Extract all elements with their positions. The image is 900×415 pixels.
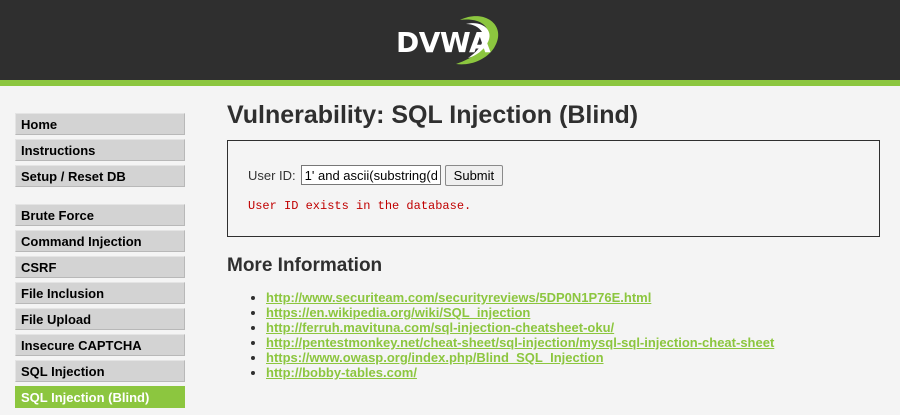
user-id-form: User ID: Submit bbox=[248, 164, 504, 186]
sidebar-item-file-upload[interactable]: File Upload bbox=[15, 308, 185, 330]
sidebar-item-csrf[interactable]: CSRF bbox=[15, 256, 185, 278]
user-id-label: User ID: bbox=[248, 167, 296, 183]
sidebar-item-sql-injection-blind[interactable]: SQL Injection (Blind) bbox=[15, 386, 185, 408]
user-id-input[interactable] bbox=[300, 165, 441, 185]
link-wikipedia-sql-injection[interactable]: https://en.wikipedia.org/wiki/SQL_inject… bbox=[266, 305, 530, 320]
list-item: http://pentestmonkey.net/cheat-sheet/sql… bbox=[266, 335, 880, 350]
link-owasp-blind-sqli[interactable]: https://www.owasp.org/index.php/Blind_SQ… bbox=[266, 350, 604, 365]
vulnerability-form-box: User ID: Submit User ID exists in the da… bbox=[227, 140, 880, 237]
sidebar-item-command-injection[interactable]: Command Injection bbox=[15, 230, 185, 252]
sidebar-item-insecure-captcha[interactable]: Insecure CAPTCHA bbox=[15, 334, 185, 356]
more-information-heading: More Information bbox=[227, 255, 383, 276]
sidebar-item-sql-injection[interactable]: SQL Injection bbox=[15, 360, 185, 382]
result-message: User ID exists in the database. bbox=[248, 199, 472, 213]
link-pentestmonkey-cheatsheet[interactable]: http://pentestmonkey.net/cheat-sheet/sql… bbox=[266, 335, 774, 350]
main-content: Vulnerability: SQL Injection (Blind) Use… bbox=[227, 98, 880, 380]
sidebar-menu: Home Instructions Setup / Reset DB Brute… bbox=[15, 113, 185, 412]
list-item: http://www.securiteam.com/securityreview… bbox=[266, 290, 880, 305]
link-securiteam[interactable]: http://www.securiteam.com/securityreview… bbox=[266, 290, 651, 305]
sidebar-item-home[interactable]: Home bbox=[15, 113, 185, 135]
list-item: http://ferruh.mavituna.com/sql-injection… bbox=[266, 320, 880, 335]
sidebar-item-instructions[interactable]: Instructions bbox=[15, 139, 185, 161]
sidebar-item-file-inclusion[interactable]: File Inclusion bbox=[15, 282, 185, 304]
sidebar-item-brute-force[interactable]: Brute Force bbox=[15, 204, 185, 226]
list-item: https://www.owasp.org/index.php/Blind_SQ… bbox=[266, 350, 880, 365]
more-information-links: http://www.securiteam.com/securityreview… bbox=[227, 290, 880, 380]
list-item: http://bobby-tables.com/ bbox=[266, 365, 880, 380]
list-item: https://en.wikipedia.org/wiki/SQL_inject… bbox=[266, 305, 880, 320]
menu-group-vulnerabilities: Brute Force Command Injection CSRF File … bbox=[15, 204, 185, 408]
menu-group-general: Home Instructions Setup / Reset DB bbox=[15, 113, 185, 187]
link-bobby-tables[interactable]: http://bobby-tables.com/ bbox=[266, 365, 417, 380]
submit-button[interactable]: Submit bbox=[444, 164, 504, 186]
link-ferruh-cheatsheet[interactable]: http://ferruh.mavituna.com/sql-injection… bbox=[266, 320, 614, 335]
page-title: Vulnerability: SQL Injection (Blind) bbox=[227, 101, 639, 129]
logo-wordmark: DVWA bbox=[396, 26, 491, 59]
dvwa-logo: DVWA bbox=[390, 8, 510, 72]
header-bar: DVWA bbox=[0, 0, 900, 86]
sidebar-item-setup-reset-db[interactable]: Setup / Reset DB bbox=[15, 165, 185, 187]
